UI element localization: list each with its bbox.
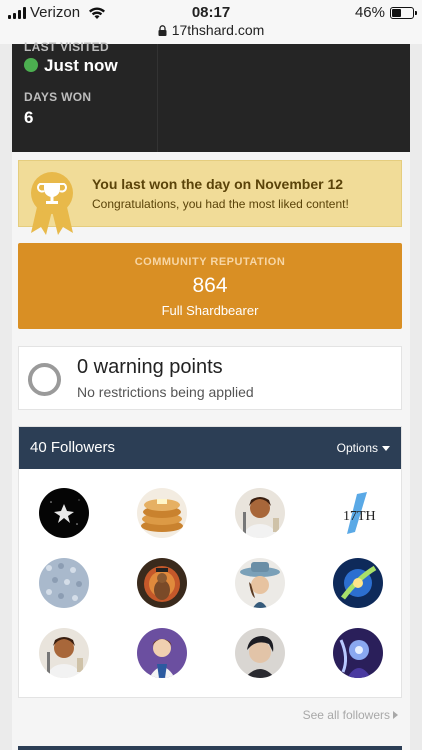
follower-avatar[interactable]: [235, 628, 285, 678]
reputation-panel: COMMUNITY REPUTATION 864 Full Shardbeare…: [18, 243, 402, 329]
follower-avatar[interactable]: [39, 628, 89, 678]
follower-avatar[interactable]: [333, 628, 383, 678]
hat-character-avatar-icon: [235, 558, 285, 608]
battery-level: [392, 8, 401, 17]
warning-points-panel: 0 warning points No restrictions being a…: [18, 346, 402, 410]
url-text: 17thshard.com: [171, 22, 265, 38]
dark-hair-man-avatar-icon: [235, 628, 285, 678]
follower-avatar[interactable]: [137, 628, 187, 678]
reputation-rank: Full Shardbearer: [161, 303, 259, 318]
galaxy-avatar-icon: [333, 558, 383, 608]
followers-title: 40 Followers: [30, 439, 116, 456]
see-all-followers-link[interactable]: See all followers: [303, 708, 398, 722]
days-won-value: 6: [24, 108, 34, 127]
follower-avatar[interactable]: [39, 488, 89, 538]
turkey-avatar-icon: [137, 558, 187, 608]
profile-sidebar: You last won the day on November 12 Cong…: [12, 152, 410, 750]
trophy-ribbon-icon: [31, 172, 73, 235]
last-visited-label: LAST VISITED: [24, 40, 109, 54]
dark-star-avatar-icon: [39, 488, 89, 538]
character-avatar-icon: [235, 488, 285, 538]
online-status-icon: [24, 58, 38, 72]
illustrated-woman-avatar-icon: [137, 628, 187, 678]
follower-avatar[interactable]: 17TH: [333, 488, 383, 538]
caret-down-icon: [382, 445, 390, 451]
warning-points-subtitle: No restrictions being applied: [77, 384, 254, 400]
speckled-texture-avatar-icon: [39, 558, 89, 608]
day-won-banner: You last won the day on November 12 Cong…: [18, 160, 402, 235]
reputation-label: COMMUNITY REPUTATION: [134, 256, 286, 268]
follower-avatar[interactable]: [39, 558, 89, 608]
pancakes-avatar-icon: [137, 488, 187, 538]
days-won-label: DAYS WON: [24, 90, 92, 104]
follower-avatar[interactable]: [333, 558, 383, 608]
character-avatar-icon: [39, 628, 89, 678]
follower-avatar[interactable]: [137, 558, 187, 608]
follower-avatar[interactable]: [235, 488, 285, 538]
battery-info: 46%: [354, 4, 417, 21]
followers-panel: 40 Followers Options 17TH: [18, 426, 402, 698]
options-label: Options: [336, 441, 378, 455]
followers-options-button[interactable]: Options: [337, 441, 390, 455]
status-bar: Verizon 08:17 46% 17thshard.com: [0, 0, 422, 44]
followers-header: 40 Followers Options: [19, 427, 401, 469]
see-all-label: See all followers: [302, 708, 390, 722]
lock-icon: [158, 24, 167, 36]
logo-text: 17TH: [343, 509, 376, 524]
day-won-title: You last won the day on November 12: [92, 176, 344, 192]
warning-points-title: 0 warning points: [77, 356, 223, 378]
battery-percent: 46%: [354, 4, 385, 21]
battery-icon: [390, 6, 417, 19]
divider: [157, 44, 158, 152]
follower-avatar[interactable]: [137, 488, 187, 538]
address-bar[interactable]: 17thshard.com: [0, 22, 422, 38]
profile-stats-panel: LAST VISITED Just now DAYS WON 6: [12, 40, 410, 152]
follower-avatar[interactable]: [235, 558, 285, 608]
last-visited-value: Just now: [44, 56, 118, 75]
warning-ring-icon: [28, 363, 61, 396]
next-panel-header: [18, 746, 402, 750]
mage-avatar-icon: [333, 628, 383, 678]
seventeenth-shard-logo-icon: 17TH: [333, 488, 383, 538]
caret-right-icon: [393, 711, 398, 719]
reputation-value: 864: [192, 274, 228, 297]
day-won-subtitle: Congratulations, you had the most liked …: [92, 197, 349, 211]
